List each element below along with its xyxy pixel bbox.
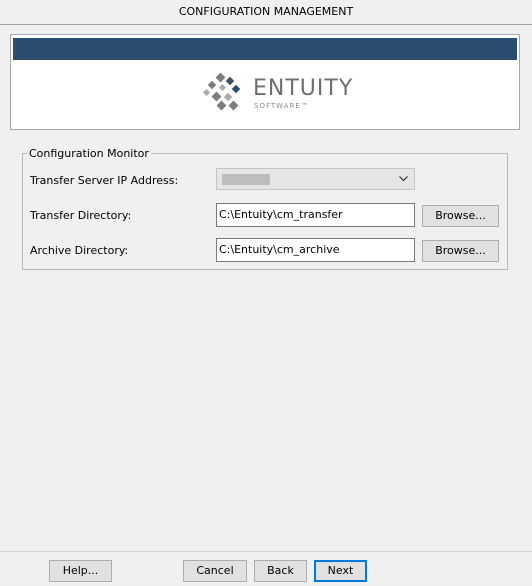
transfer-browse-button[interactable]: Browse...	[422, 205, 499, 227]
back-button[interactable]: Back	[254, 560, 307, 582]
archive-directory-label: Archive Directory:	[30, 244, 129, 257]
next-button[interactable]: Next	[314, 560, 367, 582]
footer-divider	[0, 551, 532, 552]
archive-browse-button[interactable]: Browse...	[422, 240, 499, 262]
logo-mark-icon	[202, 73, 241, 111]
window-title: CONFIGURATION MANAGEMENT	[0, 0, 532, 25]
header-banner: ENTUITY SOFTWARE™	[10, 34, 520, 130]
chevron-down-icon	[399, 176, 408, 182]
logo-tagline: SOFTWARE™	[254, 102, 309, 110]
entuity-logo: ENTUITY SOFTWARE™	[201, 73, 361, 113]
ip-address-dropdown[interactable]	[216, 168, 415, 190]
banner-stripe	[13, 38, 517, 60]
cancel-button[interactable]: Cancel	[183, 560, 247, 582]
redacted-ip-value	[222, 174, 270, 185]
group-title: Configuration Monitor	[27, 147, 151, 160]
transfer-directory-label: Transfer Directory:	[30, 209, 132, 222]
help-button[interactable]: Help...	[49, 560, 112, 582]
ip-address-label: Transfer Server IP Address:	[30, 174, 179, 187]
logo-brand-text: ENTUITY	[253, 76, 354, 101]
archive-directory-input[interactable]: C:\Entuity\cm_archive	[216, 238, 415, 262]
transfer-directory-input[interactable]: C:\Entuity\cm_transfer	[216, 203, 415, 227]
